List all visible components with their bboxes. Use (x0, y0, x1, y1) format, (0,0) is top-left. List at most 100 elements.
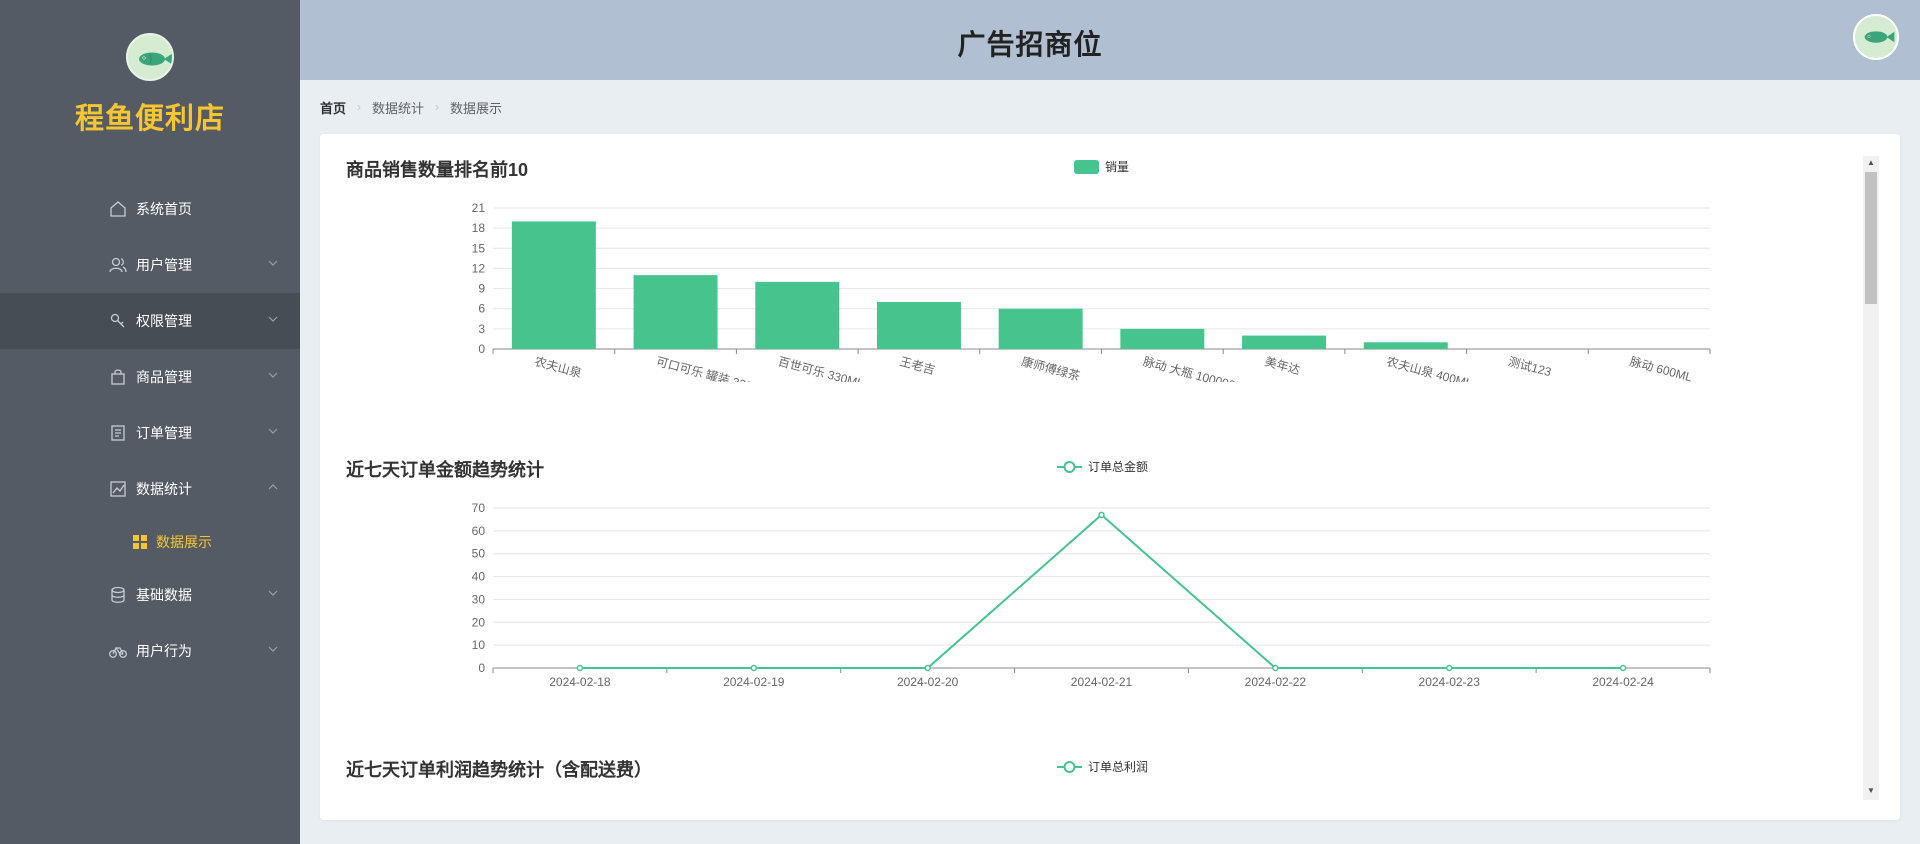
y-tick-label: 30 (472, 592, 486, 606)
x-tick-label: 脉动 大瓶 100000ML (1142, 353, 1254, 382)
chevron-down-icon (268, 428, 278, 434)
bar (1120, 328, 1205, 349)
amount-line-chart: 0 10 20 30 40 50 60 70 2024-02-18 2024-02-19 2024-… (472, 501, 1711, 689)
y-tick-label: 40 (472, 570, 486, 584)
bar (511, 221, 596, 349)
scroll-down-arrow-icon[interactable]: ▼ (1863, 784, 1879, 798)
chevron-up-icon (268, 484, 278, 490)
sidebar-item-label: 用户管理 (136, 257, 192, 273)
data-point (576, 664, 584, 672)
bar (633, 275, 718, 349)
sidebar-subitem-data-display[interactable]: 数据展示 (0, 517, 300, 567)
document-icon (111, 425, 125, 441)
y-tick-label: 6 (478, 302, 485, 316)
x-tick-label: 农夫山泉 (533, 354, 583, 380)
legend-swatch (1074, 159, 1099, 174)
amount-chart-title: 近七天订单金额趋势统计 (346, 460, 544, 480)
logo: 程鱼便利店 (0, 33, 300, 137)
legend-label: 订单总金额 (1088, 460, 1149, 474)
y-tick-label: 10 (472, 638, 486, 652)
sidebar-item-products[interactable]: 商品管理 (0, 349, 300, 405)
y-tick-label: 18 (472, 221, 486, 235)
data-point (1445, 664, 1453, 672)
sidebar-item-label: 商品管理 (136, 369, 192, 385)
profit-legend[interactable]: 订单总利润 (1057, 758, 1148, 775)
database-icon (111, 586, 125, 603)
sales-legend[interactable]: 销量 (1074, 158, 1129, 175)
breadcrumb-statistics: 数据统计 (372, 100, 425, 116)
x-tick-label: 测试123 (1507, 353, 1554, 379)
y-tick-label: 50 (472, 547, 486, 561)
x-tick-label: 2024-02-23 (1419, 675, 1481, 689)
chevron-right-icon: › (435, 100, 440, 114)
breadcrumb: 首页 › 数据统计 › 数据展示 (320, 98, 502, 116)
grid-icon (133, 535, 147, 549)
fish-logo-icon (126, 33, 174, 81)
sidebar-item-label: 基础数据 (136, 587, 192, 603)
y-tick-label: 3 (478, 322, 485, 336)
data-point (1098, 511, 1105, 519)
x-tick-label: 2024-02-24 (1592, 675, 1654, 689)
sidebar-item-home[interactable]: 系统首页 (0, 181, 300, 237)
sidebar-item-label: 用户行为 (136, 643, 192, 659)
sidebar-item-basic-data[interactable]: 基础数据 (0, 567, 300, 623)
legend-swatch (1057, 460, 1082, 473)
y-tick-label: 20 (472, 615, 486, 629)
x-tick-label: 2024-02-18 (549, 675, 611, 689)
y-tick-label: 0 (478, 661, 485, 675)
x-tick-label: 农夫山泉 400ML (1385, 354, 1474, 382)
breadcrumb-home[interactable]: 首页 (320, 98, 346, 117)
bike-icon (109, 646, 127, 658)
legend-label: 销量 (1105, 160, 1130, 174)
bar (998, 308, 1083, 349)
sidebar-item-users[interactable]: 用户管理 (0, 237, 300, 293)
x-tick-label: 可口可乐 罐装 330ML (655, 354, 770, 382)
legend-swatch (1057, 760, 1082, 773)
data-point (924, 664, 931, 672)
sidebar-item-statistics[interactable]: 数据统计 (0, 461, 300, 517)
users-icon (109, 257, 127, 273)
sidebar: 程鱼便利店 系统首页 用户管理 权限管理 商品管理 订单管理 数据统计 数据展示… (0, 0, 300, 844)
chevron-down-icon (268, 372, 278, 378)
scrollbar-thumb[interactable] (1865, 172, 1877, 304)
brand-name: 程鱼便利店 (74, 103, 225, 135)
legend-label: 订单总利润 (1088, 760, 1149, 774)
bar (1363, 342, 1448, 349)
chart-icon (110, 481, 126, 497)
y-tick-label: 60 (472, 524, 486, 538)
y-tick-label: 15 (472, 241, 486, 255)
x-tick-label: 2024-02-22 (1245, 675, 1307, 689)
sidebar-menu: 系统首页 用户管理 权限管理 商品管理 订单管理 数据统计 数据展示 基础数据 … (0, 181, 300, 679)
chevron-down-icon (268, 590, 278, 596)
sidebar-item-user-behavior[interactable]: 用户行为 (0, 623, 300, 679)
amount-legend[interactable]: 订单总金额 (1057, 458, 1148, 475)
chevron-down-icon (268, 316, 278, 322)
scroll-up-arrow-icon[interactable]: ▲ (1863, 156, 1879, 170)
data-point (1272, 664, 1279, 672)
chevron-down-icon (268, 260, 278, 266)
sidebar-item-orders[interactable]: 订单管理 (0, 405, 300, 461)
x-tick-label: 2024-02-21 (1071, 675, 1133, 689)
charts-scroll-area[interactable]: 商品销售数量排名前10 销量 0 3 6 9 12 15 18 21 农夫山泉 可口可乐 罐装 3… (320, 134, 1860, 820)
header-title: 广告招商位 (957, 29, 1103, 60)
bar (1242, 335, 1327, 349)
key-icon (110, 313, 125, 328)
x-tick-label: 2024-02-19 (723, 675, 785, 689)
bar (755, 281, 840, 349)
x-tick-label: 百世可乐 330ML (776, 354, 865, 382)
x-tick-label: 脉动 600ML (1628, 353, 1694, 382)
y-tick-label: 9 (478, 282, 485, 296)
x-tick-label: 王老吉 (898, 354, 936, 377)
y-tick-label: 70 (472, 501, 486, 515)
sales-chart-title: 商品销售数量排名前10 (346, 160, 529, 180)
sidebar-item-label: 订单管理 (136, 425, 192, 441)
x-tick-label: 美年达 (1263, 354, 1301, 377)
avatar[interactable] (1853, 14, 1899, 60)
y-tick-label: 0 (478, 342, 485, 356)
x-tick-label: 康师傅绿茶 (1020, 353, 1082, 382)
sidebar-item-label: 系统首页 (136, 201, 192, 217)
sidebar-item-label: 数据统计 (136, 481, 192, 497)
sales-bar-chart: 0 3 6 9 12 15 18 21 农夫山泉 可口可乐 罐装 330ML 百世可乐 330ML 王… (472, 201, 1711, 382)
sidebar-item-permissions[interactable]: 权限管理 (0, 293, 300, 349)
home-icon (110, 201, 126, 217)
